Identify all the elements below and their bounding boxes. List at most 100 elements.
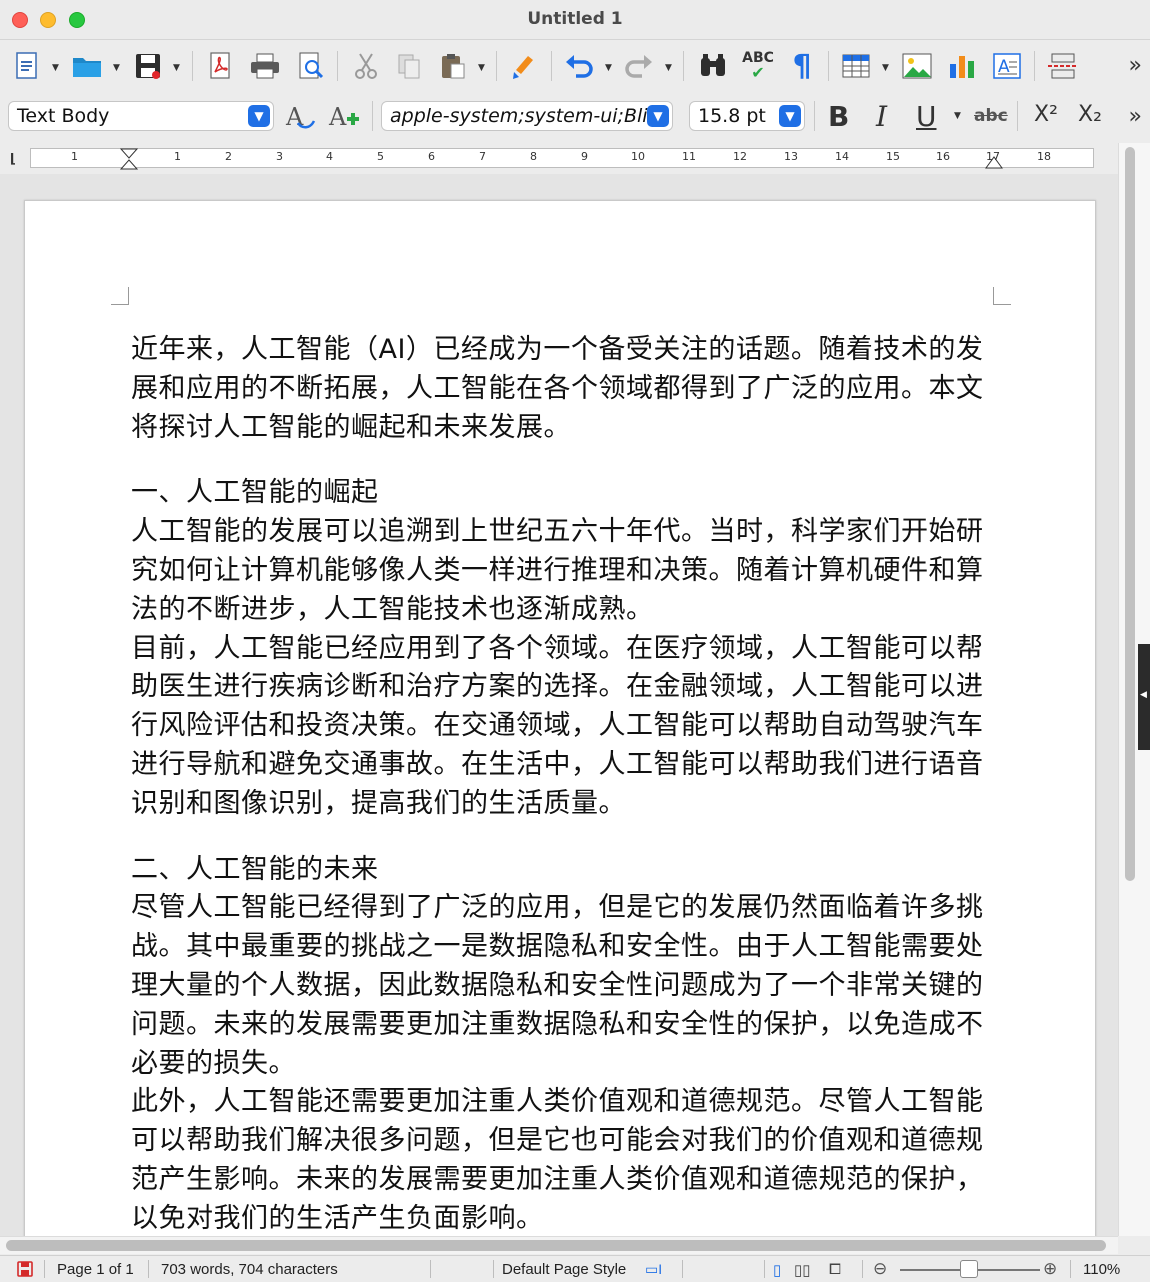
zoom-in-icon[interactable]: ⊕ xyxy=(1043,1259,1057,1279)
new-style-icon[interactable]: A xyxy=(327,100,361,134)
page-style[interactable]: Default Page Style xyxy=(502,1261,626,1278)
chevron-down-icon[interactable]: ▼ xyxy=(647,105,669,127)
print-icon[interactable] xyxy=(248,49,282,83)
ruler-number: 4 xyxy=(326,150,333,163)
separator xyxy=(683,51,684,81)
font-size-select[interactable]: 15.8 pt ▼ xyxy=(689,101,805,131)
svg-text:A: A xyxy=(328,103,347,131)
zoom-slider-knob[interactable] xyxy=(960,1260,978,1278)
multi-page-view-icon[interactable]: ▯▯ xyxy=(794,1261,811,1279)
separator xyxy=(682,1260,683,1278)
text-boundary-corner xyxy=(111,287,129,305)
table-dropdown-icon[interactable]: ▼ xyxy=(882,63,889,73)
book-view-icon[interactable]: ⧠ xyxy=(829,1261,841,1278)
separator xyxy=(764,1260,765,1278)
horizontal-ruler[interactable]: ⌊ 1 1 2 3 4 5 6 7 8 9 10 11 12 13 14 15 16 17 18 xyxy=(0,143,1118,173)
paragraph[interactable]: 近年来，人工智能（AI）已经成为一个备受关注的话题。随着技术的发展和应用的不断拓… xyxy=(131,331,991,447)
undo-dropdown-icon[interactable]: ▼ xyxy=(605,63,612,73)
left-indent-marker-icon[interactable] xyxy=(120,148,138,170)
empty-paragraph[interactable] xyxy=(131,447,991,474)
check-icon: ✔ xyxy=(751,63,765,82)
paste-dropdown-icon[interactable]: ▼ xyxy=(478,63,485,73)
ruler-number: 6 xyxy=(428,150,435,163)
chevron-down-icon[interactable]: ▼ xyxy=(779,105,801,127)
insert-mode-icon[interactable]: ▭I xyxy=(645,1261,662,1278)
ruler-number: 7 xyxy=(479,150,486,163)
insert-chart-icon[interactable] xyxy=(945,49,979,83)
strikethrough-button[interactable]: abc xyxy=(974,106,1008,126)
tab-stop-icon[interactable]: ⌊ xyxy=(10,152,16,167)
paragraph[interactable]: 人工智能的发展可以追溯到上世纪五六十年代。当时，科学家们开始研究如何让计算机能够… xyxy=(131,513,991,629)
paragraph-style-select[interactable]: Text Body ▼ xyxy=(8,101,274,131)
export-pdf-icon[interactable] xyxy=(203,49,237,83)
separator xyxy=(44,1260,45,1278)
redo-icon[interactable] xyxy=(622,49,656,83)
paragraph[interactable]: 二、人工智能的未来 xyxy=(131,851,991,890)
undo-icon[interactable] xyxy=(562,49,596,83)
underline-dropdown-icon[interactable]: ▼ xyxy=(954,111,961,121)
ruler-number: 8 xyxy=(530,150,537,163)
find-replace-icon[interactable] xyxy=(696,49,730,83)
print-preview-icon[interactable] xyxy=(294,49,328,83)
horizontal-scroll-thumb[interactable] xyxy=(6,1240,1106,1251)
bold-button[interactable]: B xyxy=(828,100,849,133)
italic-button[interactable]: I xyxy=(876,100,887,133)
paste-icon[interactable] xyxy=(436,49,470,83)
copy-icon[interactable] xyxy=(392,49,426,83)
vertical-scroll-thumb[interactable] xyxy=(1125,147,1135,881)
document-area[interactable]: 近年来，人工智能（AI）已经成为一个备受关注的话题。随着技术的发展和应用的不断拓… xyxy=(0,174,1118,1236)
cut-icon[interactable] xyxy=(349,49,383,83)
open-dropdown-icon[interactable]: ▼ xyxy=(113,63,120,73)
ruler-number: 11 xyxy=(682,150,696,163)
save-dropdown-icon[interactable]: ▼ xyxy=(173,63,180,73)
new-dropdown-icon[interactable]: ▼ xyxy=(52,63,59,73)
zoom-level[interactable]: 110% xyxy=(1083,1261,1120,1278)
insert-image-icon[interactable] xyxy=(900,49,934,83)
sidebar-toggle[interactable]: ◀ xyxy=(1138,644,1150,750)
redo-dropdown-icon[interactable]: ▼ xyxy=(665,63,672,73)
separator xyxy=(372,101,373,131)
subscript-button[interactable]: X₂ xyxy=(1078,102,1102,127)
single-page-view-icon[interactable]: ▯ xyxy=(773,1261,781,1279)
word-count[interactable]: 703 words, 704 characters xyxy=(161,1261,338,1278)
document-modified-icon[interactable] xyxy=(16,1260,34,1278)
ruler-number: 17 xyxy=(986,150,1000,163)
formatting-marks-icon[interactable]: ¶ xyxy=(785,49,819,84)
ruler-number: 14 xyxy=(835,150,849,163)
insert-table-icon[interactable] xyxy=(839,49,873,83)
ruler-number: 5 xyxy=(377,150,384,163)
spellcheck-icon[interactable]: ABC ✔ xyxy=(741,49,775,83)
more-formatting-icon[interactable]: » xyxy=(1129,104,1142,129)
empty-paragraph[interactable] xyxy=(131,824,991,851)
status-bar: Page 1 of 1 703 words, 704 characters De… xyxy=(0,1255,1150,1282)
separator xyxy=(148,1260,149,1278)
chevron-down-icon[interactable]: ▼ xyxy=(248,105,270,127)
paragraph[interactable]: 目前，人工智能已经应用到了各个领域。在医疗领域，人工智能可以帮助医生进行疾病诊断… xyxy=(131,630,991,824)
paragraph[interactable]: 此外，人工智能还需要更加注重人类价值观和道德规范。尽管人工智能可以帮助我们解决很… xyxy=(131,1083,991,1236)
separator xyxy=(430,1260,431,1278)
insert-page-break-icon[interactable] xyxy=(1046,49,1080,83)
paragraph[interactable]: 尽管人工智能已经得到了广泛的应用，但是它的发展仍然面临着许多挑战。其中最重要的挑… xyxy=(131,889,991,1083)
insert-textbox-icon[interactable]: A xyxy=(990,49,1024,83)
open-folder-icon[interactable] xyxy=(70,49,104,83)
clone-formatting-icon[interactable] xyxy=(507,49,541,83)
document-page[interactable]: 近年来，人工智能（AI）已经成为一个备受关注的话题。随着技术的发展和应用的不断拓… xyxy=(24,200,1096,1236)
zoom-out-icon[interactable]: ⊖ xyxy=(873,1259,887,1279)
separator xyxy=(337,51,338,81)
underline-button[interactable]: U xyxy=(916,100,937,133)
new-document-icon[interactable] xyxy=(10,49,44,83)
horizontal-scrollbar[interactable] xyxy=(0,1236,1118,1254)
ruler-number: 16 xyxy=(936,150,950,163)
more-tools-icon[interactable]: » xyxy=(1129,53,1142,78)
save-icon[interactable] xyxy=(131,49,165,83)
page-indicator[interactable]: Page 1 of 1 xyxy=(57,1261,134,1278)
superscript-button[interactable]: X² xyxy=(1034,102,1058,127)
separator xyxy=(828,51,829,81)
formatting-toolbar: Text Body ▼ A A apple-system;system-ui;B… xyxy=(0,91,1150,143)
text-boundary-corner xyxy=(993,287,1011,305)
document-body[interactable]: 近年来，人工智能（AI）已经成为一个备受关注的话题。随着技术的发展和应用的不断拓… xyxy=(131,331,991,1236)
font-name-select[interactable]: apple-system;system-ui;Blin ▼ xyxy=(381,101,673,131)
paragraph[interactable]: 一、人工智能的崛起 xyxy=(131,474,991,513)
window-title: Untitled 1 xyxy=(527,9,623,29)
update-style-icon[interactable]: A xyxy=(284,100,318,134)
